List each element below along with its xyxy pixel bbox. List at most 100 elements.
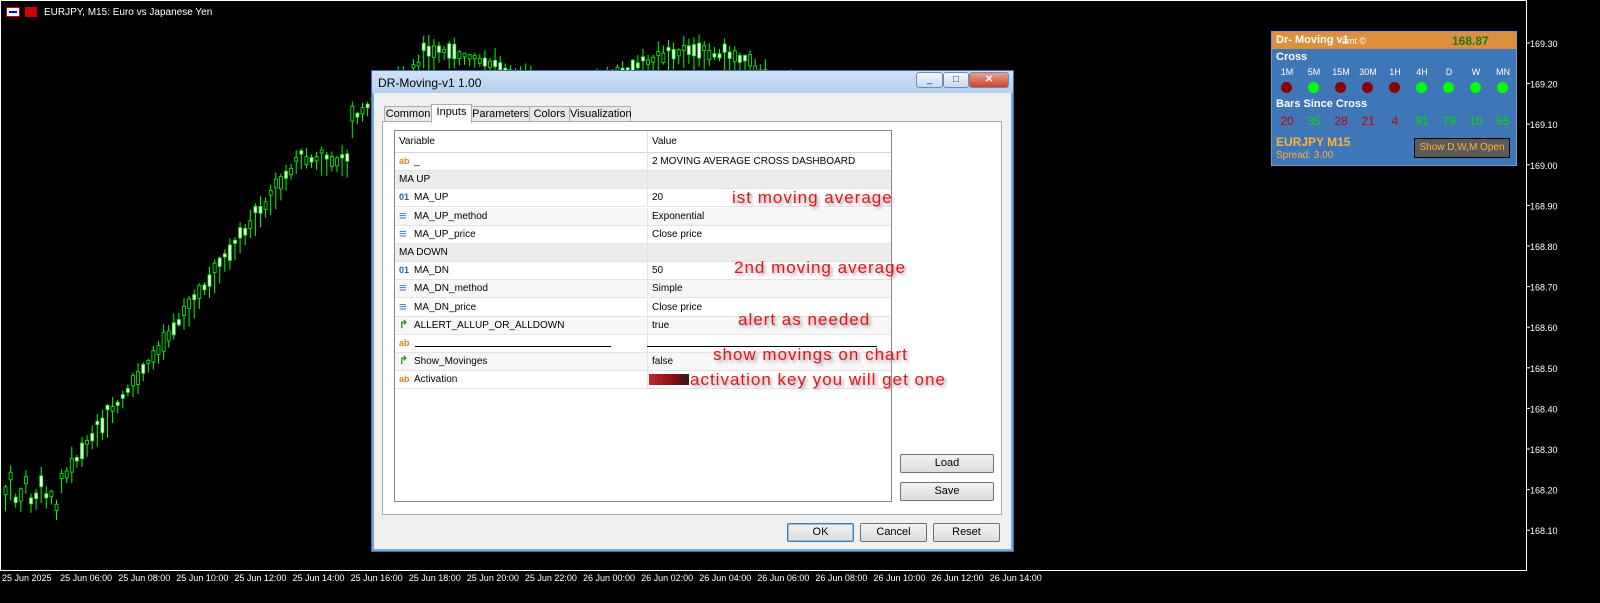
- bool-type-icon: ↱: [399, 355, 409, 368]
- candle-body: [717, 53, 722, 59]
- load-button[interactable]: Load: [900, 454, 994, 473]
- timeframe-label: 15M: [1332, 67, 1350, 77]
- candle-body: [426, 45, 431, 57]
- price-tick-label: 168.10: [1530, 526, 1558, 536]
- candle-body: [126, 388, 130, 393]
- candle-body: [421, 42, 426, 51]
- tab-parameters[interactable]: Parameters: [471, 106, 530, 122]
- integer-type-icon: 01: [399, 192, 410, 203]
- candle-body: [651, 56, 656, 63]
- time-tick-label: 25 Jun 18:00: [409, 573, 461, 583]
- row-value[interactable]: Simple: [647, 280, 891, 298]
- candle-body: [692, 44, 696, 57]
- candle-body: [105, 404, 110, 411]
- candle-body: [90, 433, 95, 442]
- masked-activation-key: [649, 374, 689, 386]
- time-axis: 25 Jun 2025 25 Jun 06:00 25 Jun 08:00 25 Ju…: [2, 573, 1042, 583]
- price-tick-label: 168.40: [1530, 404, 1558, 414]
- row-value[interactable]: Close price: [647, 225, 891, 243]
- cross-status-dot: [1335, 82, 1346, 93]
- time-tick-label: 26 Jun 14:00: [990, 573, 1042, 583]
- candle-body: [477, 57, 482, 64]
- timeframe-label: W: [1471, 67, 1481, 77]
- price-tick-label: 168.80: [1530, 242, 1558, 252]
- timeframe-label: 1M: [1280, 67, 1294, 77]
- bool-type-icon: ↱: [399, 318, 409, 331]
- bars-since-value: 79: [1442, 114, 1456, 128]
- timeframe-label: 30M: [1359, 67, 1377, 77]
- timeframe-label: 1H: [1389, 67, 1401, 77]
- candle-body: [289, 167, 294, 176]
- group-row[interactable]: MA UP: [395, 171, 891, 190]
- candle-body: [268, 189, 273, 196]
- tab-common[interactable]: Common: [384, 106, 432, 122]
- time-tick-label: 26 Jun 00:00: [583, 573, 635, 583]
- tab-colors[interactable]: Colors: [529, 106, 570, 122]
- row-variable: MA_UP_method: [414, 210, 488, 222]
- row-variable: MA_DN_method: [414, 283, 488, 295]
- price-tick-label: 168.90: [1530, 201, 1558, 211]
- table-row[interactable]: ≡ MA_UP_method Exponential: [395, 207, 891, 226]
- cross-label: Cross: [1276, 51, 1308, 63]
- candle-body: [636, 62, 640, 69]
- column-variable[interactable]: Variable: [399, 131, 639, 153]
- candle-body: [187, 298, 192, 309]
- bars-since-value: 21: [1361, 114, 1375, 128]
- table-row[interactable]: ≡ MA_UP_price Close price: [395, 225, 891, 244]
- show-dwm-open-button[interactable]: Show D,W,M Open: [1414, 138, 1510, 158]
- enum-type-icon: ≡: [399, 225, 407, 241]
- candle-body: [702, 44, 707, 51]
- candle-body: [212, 262, 217, 273]
- separator-line: [415, 346, 611, 347]
- tab-inputs[interactable]: Inputs: [431, 104, 472, 123]
- bars-since-value: 4: [1391, 114, 1399, 128]
- candle-body: [222, 253, 227, 258]
- time-tick-label: 25 Jun 14:00: [293, 573, 345, 583]
- time-tick-label: 26 Jun 04:00: [699, 573, 751, 583]
- price-tick-label: 168.50: [1530, 364, 1558, 374]
- table-row[interactable]: ≡ MA_DN_method Simple: [395, 280, 891, 299]
- table-row[interactable]: ab _ 2 MOVING AVERAGE CROSS DASHBOARD: [395, 153, 891, 171]
- candle-body: [641, 56, 645, 62]
- candle-body: [299, 150, 304, 155]
- candle-body: [345, 153, 350, 162]
- candle-body: [324, 154, 329, 160]
- candle-body: [681, 44, 686, 51]
- chart-icon: [25, 7, 37, 17]
- row-variable: _: [414, 156, 420, 167]
- dashboard-symbol: EURJPY M15: [1276, 135, 1351, 149]
- minimize-button[interactable]: _: [916, 72, 943, 88]
- cancel-button[interactable]: Cancel: [860, 523, 927, 542]
- candle-body: [151, 350, 156, 363]
- save-button[interactable]: Save: [900, 482, 994, 501]
- candle-body: [416, 61, 421, 67]
- ok-button[interactable]: OK: [787, 523, 854, 542]
- reset-button[interactable]: Reset: [933, 523, 1000, 542]
- close-button[interactable]: ✕: [969, 72, 1009, 88]
- column-value[interactable]: Value: [647, 131, 891, 153]
- candle-body: [64, 470, 69, 479]
- enum-type-icon: ≡: [399, 298, 407, 314]
- string-type-icon: ab: [399, 374, 410, 385]
- candle-body: [80, 442, 84, 460]
- time-tick-label: 26 Jun 06:00: [757, 573, 809, 583]
- candle-body: [355, 112, 360, 118]
- string-type-icon: ab: [399, 156, 410, 166]
- price-tick-label: 168.60: [1530, 323, 1558, 333]
- maximize-button[interactable]: □: [943, 72, 969, 88]
- candle-body: [493, 59, 498, 68]
- dialog-titlebar[interactable]: DR-Moving-v1 1.00 _ □ ✕: [372, 71, 1013, 93]
- enum-type-icon: ≡: [399, 207, 407, 223]
- row-value[interactable]: 2 MOVING AVERAGE CROSS DASHBOARD: [647, 153, 891, 170]
- candle-body: [360, 107, 365, 115]
- price-tick-label: 168.20: [1530, 486, 1558, 496]
- candle-body: [656, 50, 661, 57]
- candle-body: [278, 176, 283, 190]
- candle-body: [488, 60, 492, 68]
- candle-body: [29, 497, 33, 505]
- candle-body: [462, 52, 467, 58]
- tab-visualization[interactable]: Visualization: [569, 106, 632, 122]
- candle-body: [176, 319, 181, 326]
- row-value[interactable]: Exponential: [647, 207, 891, 225]
- row-variable: MA DOWN: [399, 247, 448, 258]
